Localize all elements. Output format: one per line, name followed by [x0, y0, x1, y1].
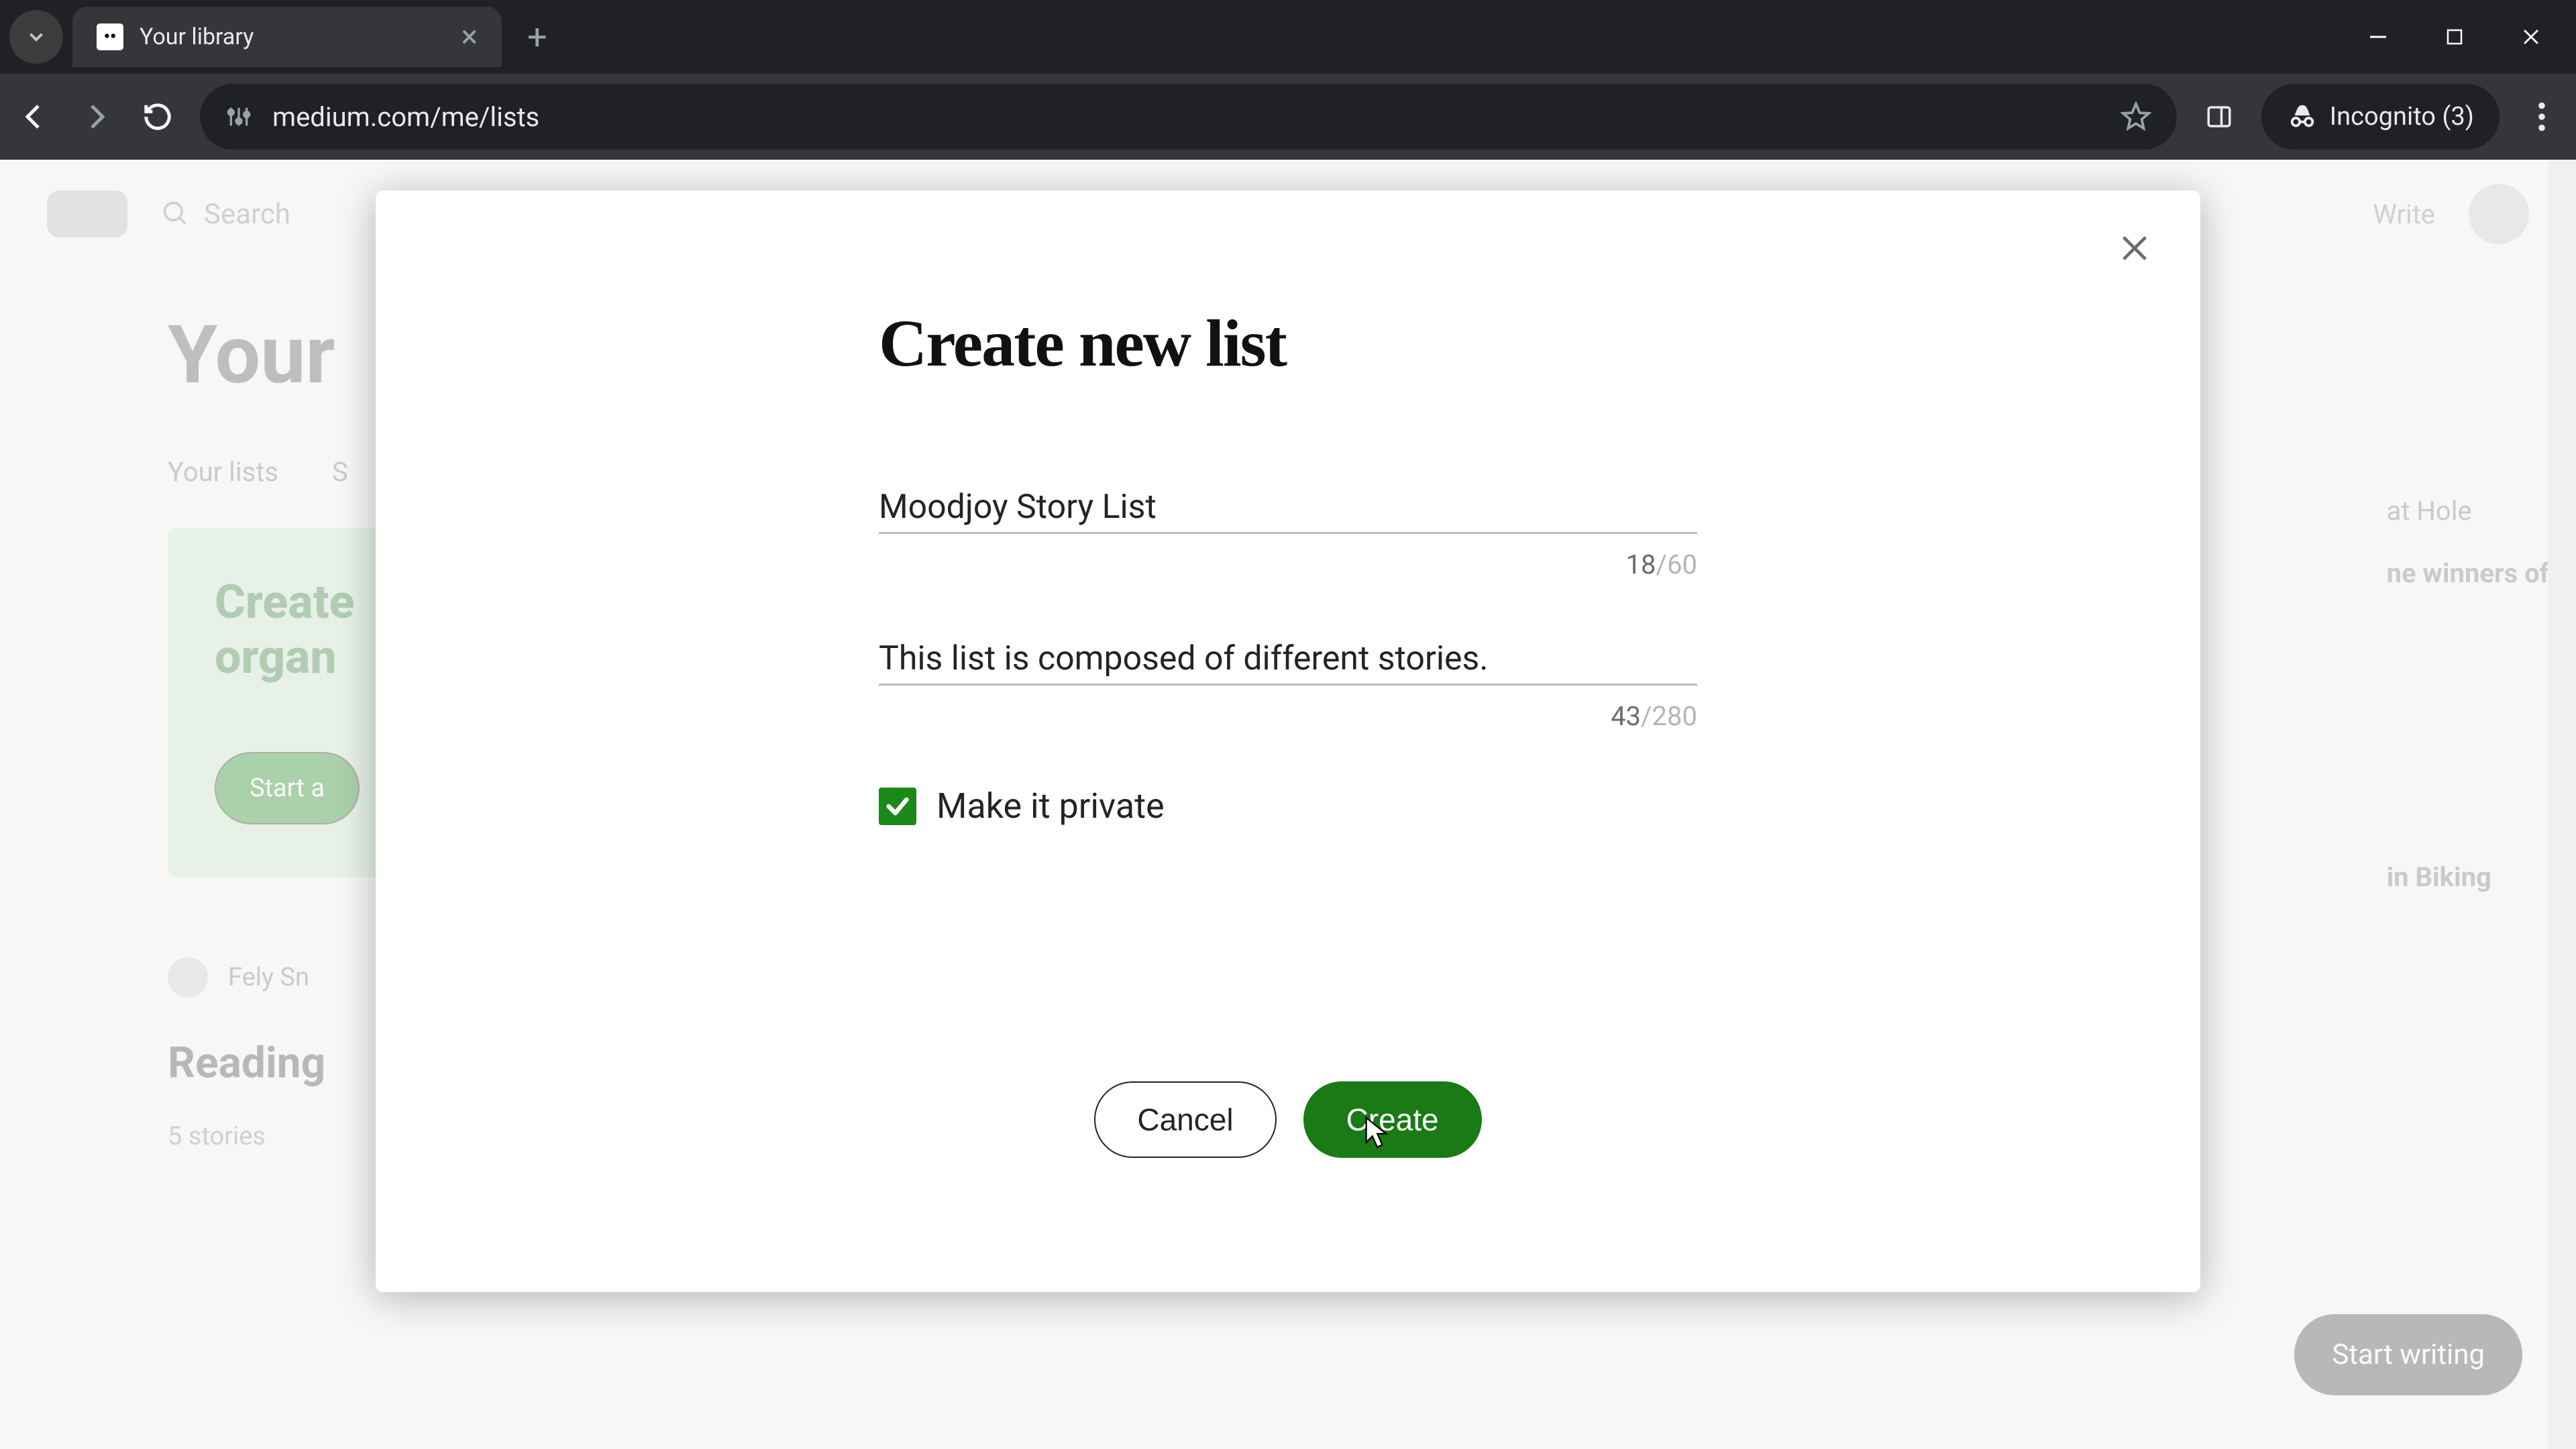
forward-button[interactable] — [76, 97, 115, 136]
tab-title: Your library — [140, 23, 438, 50]
cancel-button[interactable]: Cancel — [1094, 1081, 1276, 1158]
url-text: medium.com/me/lists — [272, 101, 2100, 133]
tab-bar: •• Your library × + — [0, 0, 2576, 74]
site-settings-icon[interactable] — [225, 103, 252, 130]
list-description-input[interactable] — [879, 634, 1697, 686]
create-list-modal: Create new list 18/60 43/280 Make it pri… — [376, 191, 2200, 1292]
incognito-icon — [2287, 101, 2318, 132]
incognito-badge[interactable]: Incognito (3) — [2261, 84, 2500, 150]
list-name-input[interactable] — [879, 482, 1697, 534]
name-counter: 18/60 — [879, 549, 1697, 580]
window-controls — [2359, 17, 2567, 56]
make-private-row: Make it private — [879, 786, 1697, 826]
modal-overlay: Create new list 18/60 43/280 Make it pri… — [0, 160, 2576, 1449]
star-icon[interactable] — [2121, 101, 2151, 132]
tab-favicon-icon: •• — [97, 23, 123, 50]
description-counter: 43/280 — [879, 700, 1697, 732]
modal-title: Create new list — [879, 305, 1697, 382]
tab-search-button[interactable] — [9, 10, 63, 64]
address-bar: medium.com/me/lists Incognito (3) — [0, 74, 2576, 160]
url-field[interactable]: medium.com/me/lists — [200, 84, 2177, 150]
maximize-button[interactable] — [2435, 17, 2474, 56]
close-icon — [2116, 229, 2153, 267]
new-tab-button[interactable]: + — [527, 17, 547, 58]
make-private-label: Make it private — [936, 786, 1165, 826]
side-panel-button[interactable] — [2200, 97, 2239, 136]
minimize-button[interactable] — [2359, 17, 2398, 56]
incognito-label: Incognito (3) — [2330, 102, 2474, 131]
modal-actions: Cancel Create — [879, 1081, 1697, 1158]
list-description-field-group: 43/280 — [879, 634, 1697, 732]
browser-menu-button[interactable] — [2522, 97, 2561, 136]
back-button[interactable] — [15, 97, 54, 136]
close-tab-button[interactable]: × — [454, 15, 484, 59]
reload-button[interactable] — [138, 97, 177, 136]
browser-chrome: •• Your library × + medi — [0, 0, 2576, 160]
checkmark-icon — [884, 793, 911, 820]
make-private-checkbox[interactable] — [879, 788, 916, 825]
browser-tab[interactable]: •• Your library × — [72, 7, 502, 67]
close-window-button[interactable] — [2512, 17, 2551, 56]
list-name-field-group: 18/60 — [879, 482, 1697, 580]
close-modal-button[interactable] — [2116, 229, 2153, 270]
create-button[interactable]: Create — [1303, 1081, 1482, 1158]
